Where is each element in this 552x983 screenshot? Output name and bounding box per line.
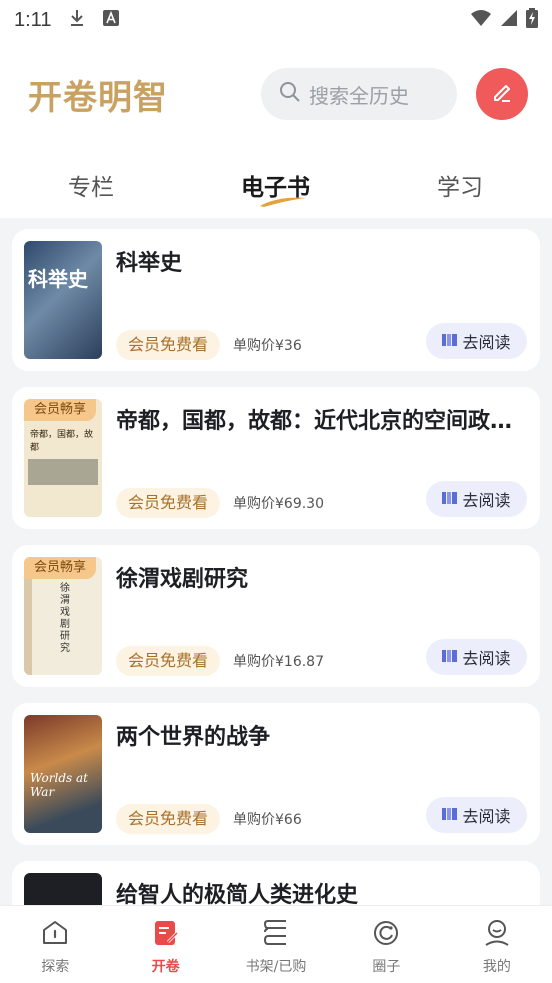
- nav-explore[interactable]: 探索: [0, 906, 110, 983]
- nav-label: 探索: [41, 959, 70, 975]
- bottom-navigation: 探索 开卷 书架/已购 圈子 我的: [0, 905, 552, 983]
- profile-icon: [482, 918, 512, 956]
- cover-badge: 会员畅享: [24, 399, 97, 421]
- search-placeholder: 搜索全历史: [309, 83, 409, 108]
- book-title: 徐渭戏剧研究: [116, 567, 249, 592]
- cover-text: Worlds at War: [30, 771, 88, 799]
- nav-bookshelf[interactable]: 书架/已购: [221, 906, 331, 983]
- read-label: 去阅读: [462, 649, 511, 668]
- read-button[interactable]: 去阅读: [426, 797, 527, 833]
- book-icon: [442, 806, 458, 825]
- book-card[interactable]: 帝都，国都，故都 会员畅享 帝都，国都，故都：近代北京的空间政治与文化表象 会员…: [12, 387, 540, 529]
- cover-badge: 会员畅享: [24, 557, 97, 579]
- read-button[interactable]: 去阅读: [426, 323, 527, 359]
- book-card[interactable]: 徐渭戏剧研究 会员畅享 徐渭戏剧研究 会员免费看 单购价¥16.87 去阅读: [12, 545, 540, 687]
- book-cover: 徐渭戏剧研究 会员畅享: [24, 557, 102, 675]
- book-price: 单购价¥16.87: [233, 654, 324, 670]
- open-book-icon: [151, 918, 181, 956]
- book-cover: 帝都，国都，故都 会员畅享: [24, 399, 102, 517]
- read-button[interactable]: 去阅读: [426, 639, 527, 675]
- book-icon: [442, 332, 458, 351]
- book-price: 单购价¥36: [233, 338, 302, 354]
- cover-illustration: [28, 459, 98, 485]
- circle-icon: [371, 918, 401, 956]
- app-logo: 开卷明智: [28, 78, 168, 118]
- read-label: 去阅读: [462, 491, 511, 510]
- wifi-icon: [470, 9, 492, 32]
- nav-label: 我的: [482, 959, 511, 975]
- vip-free-tag: 会员免费看: [116, 488, 221, 518]
- book-icon: [442, 648, 458, 667]
- app-header: 开卷明智 搜索全历史 专栏 电子书 学习: [0, 40, 552, 218]
- active-tab-indicator: [260, 197, 306, 207]
- nav-profile[interactable]: 我的: [442, 906, 552, 983]
- download-icon: [69, 9, 85, 31]
- cover-text: 徐渭戏剧研究: [60, 583, 70, 654]
- search-icon: [279, 81, 309, 108]
- compose-button[interactable]: [476, 68, 528, 120]
- status-bar: 1:11: [0, 0, 552, 40]
- book-title: 两个世界的战争: [116, 725, 271, 750]
- nav-circle[interactable]: 圈子: [331, 906, 441, 983]
- pen-icon: [489, 79, 515, 109]
- read-label: 去阅读: [462, 333, 511, 352]
- tab-column[interactable]: 专栏: [68, 168, 114, 202]
- book-title: 科举史: [116, 251, 183, 276]
- book-cover: Worlds at War: [24, 715, 102, 833]
- cover-text: 科举史: [28, 267, 88, 291]
- read-button[interactable]: 去阅读: [426, 481, 527, 517]
- book-icon: [442, 490, 458, 509]
- battery-charging-icon: [526, 7, 538, 33]
- explore-icon: [40, 918, 70, 956]
- status-time: 1:11: [14, 8, 52, 31]
- nav-open-book[interactable]: 开卷: [110, 906, 220, 983]
- search-input[interactable]: 搜索全历史: [261, 68, 457, 120]
- category-tabs: 专栏 电子书 学习: [0, 158, 552, 218]
- notification-a-icon: [103, 10, 120, 30]
- book-card[interactable]: 科举史 科举史 会员免费看 单购价¥36 去阅读: [12, 229, 540, 371]
- nav-label: 开卷: [151, 959, 180, 975]
- book-title: 帝都，国都，故都：近代北京的空间政治与文化表象: [116, 409, 528, 434]
- nav-label: 圈子: [372, 959, 401, 975]
- book-card[interactable]: Worlds at War 两个世界的战争 会员免费看 单购价¥66 去阅读: [12, 703, 540, 845]
- vip-free-tag: 会员免费看: [116, 646, 221, 676]
- book-price: 单购价¥66: [233, 812, 302, 828]
- signal-icon: [500, 9, 518, 32]
- vip-free-tag: 会员免费看: [116, 330, 221, 360]
- book-price: 单购价¥69.30: [233, 496, 324, 512]
- read-label: 去阅读: [462, 807, 511, 826]
- book-cover: 科举史: [24, 241, 102, 359]
- nav-label: 书架/已购: [245, 959, 307, 975]
- vip-free-tag: 会员免费看: [116, 804, 221, 834]
- cover-text: 帝都，国都，故都: [30, 430, 94, 453]
- tab-study[interactable]: 学习: [437, 168, 483, 202]
- bookshelf-icon: [260, 918, 292, 956]
